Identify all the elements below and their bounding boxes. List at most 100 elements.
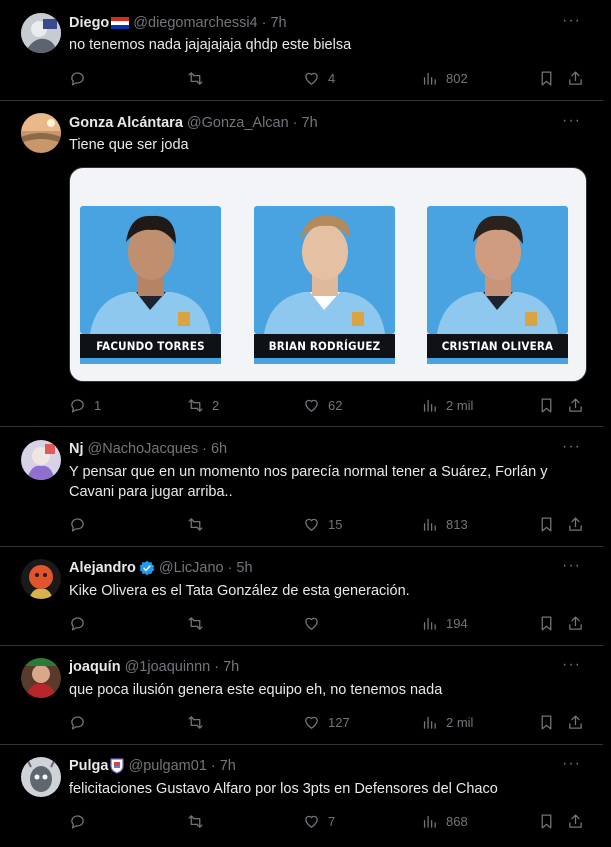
bookmark-button[interactable] (538, 67, 555, 89)
like-button[interactable]: 7 (303, 810, 335, 832)
tweet-text: Kike Olivera es el Tata González de esta… (69, 583, 410, 599)
share-button[interactable] (567, 513, 584, 535)
tweet-text: no tenemos nada jajajajaja qhdp este bie… (69, 37, 352, 53)
divider (80, 358, 221, 364)
reply-icon (71, 814, 84, 829)
share-icon (569, 714, 582, 729)
player-card: CRISTIAN OLIVERA (427, 206, 568, 366)
share-icon (569, 516, 582, 531)
tweet[interactable]: joaquín @1joaquinnn · 7h ··· que poca il… (0, 646, 603, 745)
retweet-button[interactable] (187, 810, 212, 832)
share-button[interactable] (567, 394, 584, 416)
tweet[interactable]: Diego @diegomarchessi4 · 7h ··· no tenem… (0, 0, 603, 101)
bookmark-icon (541, 615, 552, 631)
reply-button[interactable] (69, 711, 94, 733)
avatar[interactable] (21, 13, 61, 53)
more-options-icon[interactable]: ··· (562, 438, 581, 456)
tweet[interactable]: Nj @NachoJacques · 6h ··· Y pensar que e… (0, 427, 603, 547)
tweet[interactable]: Gonza Alcántara @Gonza_Alcan · 7h ··· Ti… (0, 101, 603, 427)
display-name[interactable]: Nj (69, 441, 84, 457)
timestamp[interactable]: 7h (270, 15, 286, 31)
views-button[interactable]: 813 (421, 513, 468, 535)
retweet-button[interactable] (187, 612, 212, 634)
views-icon (423, 399, 436, 412)
more-options-icon[interactable]: ··· (562, 755, 581, 773)
like-button[interactable]: 15 (303, 513, 342, 535)
display-name[interactable]: Diego (69, 15, 109, 31)
tweet-image[interactable]: FACUNDO TORRES BRIAN RODRÍGUEZ CRISTIAN … (69, 167, 587, 382)
share-icon (569, 813, 582, 828)
tweet-header: joaquín @1joaquinnn · 7h (69, 657, 239, 677)
retweet-button[interactable] (187, 67, 212, 89)
display-name[interactable]: Pulga (69, 758, 108, 774)
retweet-icon (188, 517, 203, 531)
tweet-text: Y pensar que en un momento nos parecía n… (69, 464, 548, 500)
share-button[interactable] (567, 711, 584, 733)
reply-button[interactable] (69, 513, 94, 535)
more-options-icon[interactable]: ··· (562, 12, 581, 30)
like-button[interactable]: 62 (303, 394, 342, 416)
reply-icon (71, 715, 84, 730)
tweet-actions: 194 (69, 612, 589, 634)
like-button[interactable]: 127 (303, 711, 350, 733)
avatar[interactable] (21, 658, 61, 698)
username[interactable]: @1joaquinnn (125, 659, 211, 675)
username[interactable]: @LicJano (159, 560, 224, 576)
tweet[interactable]: Alejandro @LicJano · 5h ··· Kike Olivera… (0, 547, 603, 646)
like-button[interactable] (303, 612, 328, 634)
display-name[interactable]: Alejandro (69, 560, 136, 576)
avatar[interactable] (21, 440, 61, 480)
bookmark-button[interactable] (538, 394, 555, 416)
tweet-header: Alejandro @LicJano · 5h (69, 558, 253, 578)
bookmark-button[interactable] (538, 810, 555, 832)
reply-button[interactable] (69, 612, 94, 634)
more-options-icon[interactable]: ··· (562, 112, 581, 130)
timestamp[interactable]: 7h (302, 115, 318, 131)
share-icon (569, 397, 582, 412)
retweet-button[interactable] (187, 513, 212, 535)
timestamp[interactable]: 5h (236, 560, 252, 576)
timestamp[interactable]: 6h (211, 441, 227, 457)
more-options-icon[interactable]: ··· (562, 656, 581, 674)
more-options-icon[interactable]: ··· (562, 557, 581, 575)
retweet-button[interactable]: 2 (187, 394, 219, 416)
share-button[interactable] (567, 67, 584, 89)
views-button[interactable]: 2 mil (421, 711, 473, 733)
timestamp[interactable]: 7h (223, 659, 239, 675)
views-button[interactable]: 194 (421, 612, 468, 634)
avatar[interactable] (21, 757, 61, 797)
timestamp[interactable]: 7h (220, 758, 236, 774)
retweet-icon (188, 715, 203, 729)
views-button[interactable]: 2 mil (421, 394, 473, 416)
bookmark-button[interactable] (538, 711, 555, 733)
username[interactable]: @NachoJacques (88, 441, 199, 457)
avatar[interactable] (21, 559, 61, 599)
reply-button[interactable]: 1 (69, 394, 101, 416)
share-button[interactable] (567, 612, 584, 634)
reply-button[interactable] (69, 67, 94, 89)
username[interactable]: @pulgam01 (128, 758, 206, 774)
share-button[interactable] (567, 810, 584, 832)
avatar[interactable] (21, 113, 61, 153)
separator: · (214, 659, 220, 675)
username[interactable]: @Gonza_Alcan (187, 115, 289, 131)
retweet-icon (188, 398, 203, 412)
bookmark-icon (541, 516, 552, 532)
username[interactable]: @diegomarchessi4 (133, 15, 257, 31)
views-button[interactable]: 868 (421, 810, 468, 832)
tweet[interactable]: Pulga @pulgam01 · 7h ··· felicitaciones … (0, 745, 603, 847)
player-photo (427, 206, 568, 334)
retweet-button[interactable] (187, 711, 212, 733)
reply-icon (71, 71, 84, 86)
display-name[interactable]: Gonza Alcántara (69, 115, 183, 131)
bookmark-button[interactable] (538, 612, 555, 634)
tweet-actions: 127 2 mil (69, 711, 589, 733)
display-name[interactable]: joaquín (69, 659, 121, 675)
tweet-header: Pulga @pulgam01 · 7h (69, 756, 236, 776)
views-button[interactable]: 802 (421, 67, 468, 89)
reply-button[interactable] (69, 810, 94, 832)
tweet-text: que poca ilusión genera este equipo eh, … (69, 682, 443, 698)
like-button[interactable]: 4 (303, 67, 335, 89)
bookmark-button[interactable] (538, 513, 555, 535)
tweet-header: Nj @NachoJacques · 6h (69, 439, 227, 459)
